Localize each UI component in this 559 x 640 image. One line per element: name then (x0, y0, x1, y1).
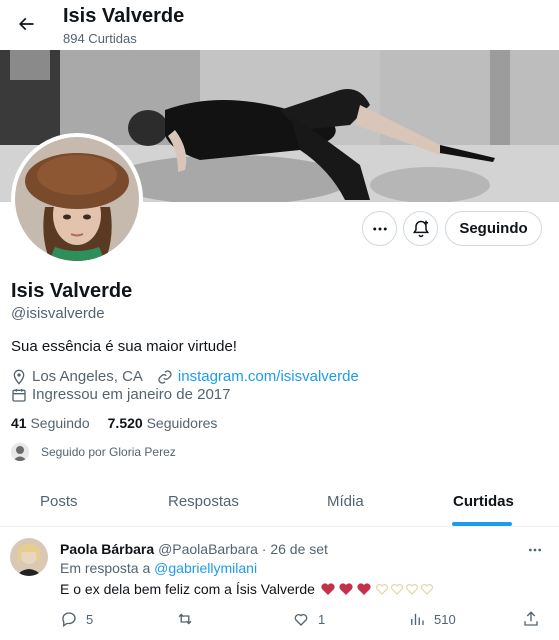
profile-joined: Ingressou em janeiro de 2017 (32, 386, 231, 403)
tweet-actions: 5 1 510 (0, 610, 559, 632)
profile-handle: @isisvalverde (11, 305, 105, 322)
reply-prefix: Em resposta a (60, 560, 151, 576)
share-button[interactable] (522, 610, 548, 628)
views-count: 510 (434, 611, 456, 627)
retweet-button[interactable] (176, 610, 202, 628)
profile-bio: Sua essência é sua maior virtude! (11, 338, 237, 355)
views-button[interactable]: 510 (408, 610, 456, 628)
more-options-button[interactable] (362, 211, 397, 246)
notifications-button[interactable] (403, 211, 438, 246)
following-count: 41 (11, 415, 27, 431)
follower-avatar (11, 443, 29, 461)
retweet-icon (178, 613, 192, 625)
followers-stat[interactable]: 7.520 Seguidores (108, 415, 218, 431)
tweet-reply-context: Em resposta a @gabriellymilani (60, 560, 257, 576)
following-button[interactable]: Seguindo (445, 211, 542, 246)
tab-likes[interactable]: Curtidas (453, 493, 514, 510)
profile-meta-row: Los Angeles, CA instagram.com/isisvalver… (11, 368, 359, 385)
profile-name: Isis Valverde (11, 280, 133, 302)
followers-label: Seguidores (146, 415, 218, 431)
tweet-separator: · (261, 541, 267, 557)
top-bar: Isis Valverde 894 Curtidas (0, 0, 559, 50)
reply-icon (62, 612, 76, 628)
tweet-text-row: E o ex dela bem feliz com a Ísis Valverd… (60, 581, 433, 597)
follow-stats: 41 Seguindo 7.520 Seguidores (11, 415, 217, 431)
back-button[interactable] (8, 6, 44, 42)
profile-joined-row: Ingressou em janeiro de 2017 (11, 386, 230, 403)
heart-emojis (321, 582, 433, 596)
likes-count-subtitle: 894 Curtidas (63, 31, 137, 46)
tweet-header: Paola Bárbara @PaolaBarbara · 26 de set (60, 541, 328, 557)
reply-count: 5 (86, 611, 94, 627)
ellipsis-icon (372, 227, 387, 230)
profile-avatar[interactable] (11, 133, 143, 265)
calendar-icon (11, 387, 27, 403)
tweet-author-name[interactable]: Paola Bárbara (60, 541, 154, 557)
header-title: Isis Valverde (63, 5, 185, 27)
tweet-text: E o ex dela bem feliz com a Ísis Valverd… (60, 581, 315, 597)
reply-button[interactable]: 5 (60, 610, 93, 628)
followers-count: 7.520 (107, 415, 143, 431)
arrow-left-icon (18, 17, 34, 31)
location-pin-icon (11, 369, 27, 385)
ellipsis-icon (529, 548, 541, 552)
link-icon (157, 369, 173, 385)
tweet-date[interactable]: 26 de set (270, 541, 328, 557)
like-button[interactable]: 1 (292, 610, 325, 628)
tab-replies[interactable]: Respostas (168, 493, 239, 510)
reply-to-handle[interactable]: @gabriellymilani (154, 560, 257, 576)
hearts-icon (321, 583, 433, 595)
following-label: Seguindo (30, 415, 90, 431)
tweet-author-handle[interactable]: @PaolaBarbara (158, 541, 258, 557)
tweet-item[interactable]: Paola Bárbara @PaolaBarbara · 26 de set … (0, 528, 559, 640)
share-icon (524, 611, 538, 626)
followed-by-row[interactable]: Seguido por Gloria Perez (11, 443, 176, 461)
tweet-author-avatar[interactable] (10, 538, 48, 576)
tweet-more-button[interactable] (524, 540, 546, 560)
tab-posts[interactable]: Posts (40, 493, 78, 510)
profile-tabs: Posts Respostas Mídia Curtidas (0, 477, 559, 527)
following-stat[interactable]: 41 Seguindo (11, 415, 90, 431)
profile-location: Los Angeles, CA (32, 368, 143, 385)
bell-plus-icon (412, 220, 429, 237)
followed-by-text: Seguido por Gloria Perez (41, 445, 176, 459)
tab-media[interactable]: Mídia (327, 493, 364, 510)
like-count: 1 (318, 611, 326, 627)
heart-icon (294, 614, 308, 626)
profile-website-link[interactable]: instagram.com/isisvalverde (178, 368, 359, 385)
active-tab-indicator (452, 522, 512, 526)
bar-chart-icon (411, 613, 424, 625)
